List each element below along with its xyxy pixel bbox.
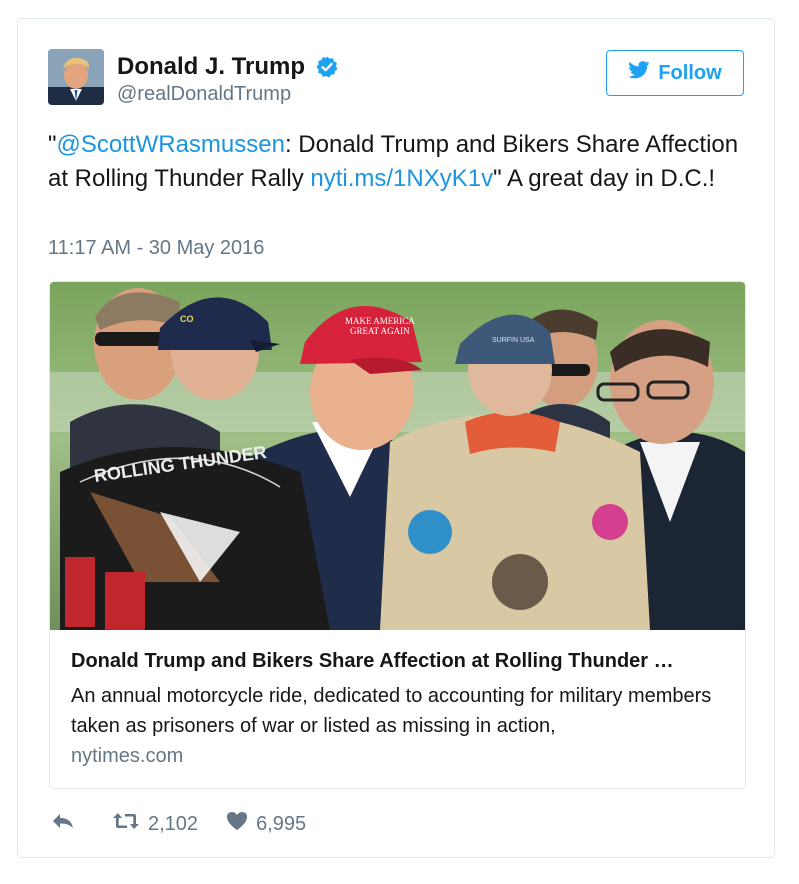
short-link[interactable]: nyti.ms/1NXyK1v — [310, 165, 493, 192]
author-handle[interactable]: @realDonaldTrump — [117, 82, 339, 106]
quote-mark: " — [48, 131, 57, 158]
heart-icon — [226, 811, 256, 837]
like-button[interactable]: 6,995 — [226, 811, 306, 837]
author-block: Donald J. Trump @realDonaldTrump — [117, 53, 339, 106]
tweet-timestamp[interactable]: 11:17 AM - 30 May 2016 — [48, 237, 264, 260]
reply-button[interactable] — [50, 812, 84, 836]
hat-text-line2: GREAT AGAIN — [350, 326, 410, 336]
tweet-text-part2: " A great day in D.C.! — [493, 164, 716, 192]
link-preview-title[interactable]: Donald Trump and Bikers Share Affection … — [71, 648, 731, 674]
link-preview-description: An annual motorcycle ride, dedicated to … — [71, 685, 712, 737]
tweet-card: Donald J. Trump @realDonaldTrump Follow … — [17, 18, 775, 858]
follow-label: Follow — [658, 61, 722, 84]
hat-text-line1: MAKE AMERICA — [345, 316, 415, 326]
verified-badge-icon — [315, 55, 339, 79]
retweet-icon — [112, 811, 148, 837]
mention-link[interactable]: @ScottWRasmussen — [57, 131, 285, 158]
retweet-button[interactable]: 2,102 — [112, 811, 198, 837]
link-preview-body: Donald Trump and Bikers Share Affection … — [71, 648, 731, 768]
reply-icon — [50, 812, 84, 836]
tweet-actions: 2,102 6,995 — [50, 811, 334, 837]
twitter-bird-icon — [628, 61, 650, 85]
author-display-name[interactable]: Donald J. Trump — [117, 53, 305, 81]
like-count: 6,995 — [256, 812, 307, 835]
retweet-count: 2,102 — [148, 812, 199, 835]
cap2-text: SURFIN USA — [492, 337, 535, 344]
follow-button[interactable]: Follow — [606, 50, 744, 96]
tweet-text: "@ScottWRasmussen: Donald Trump and Bike… — [48, 128, 753, 195]
avatar[interactable] — [48, 49, 104, 105]
article-photo: MAKE AMERICA GREAT AGAIN SURFIN USA ROLL… — [50, 282, 745, 630]
cap-text: CO — [180, 314, 194, 324]
link-preview-card[interactable]: MAKE AMERICA GREAT AGAIN SURFIN USA ROLL… — [49, 281, 746, 789]
link-preview-domain: nytimes.com — [71, 745, 184, 767]
